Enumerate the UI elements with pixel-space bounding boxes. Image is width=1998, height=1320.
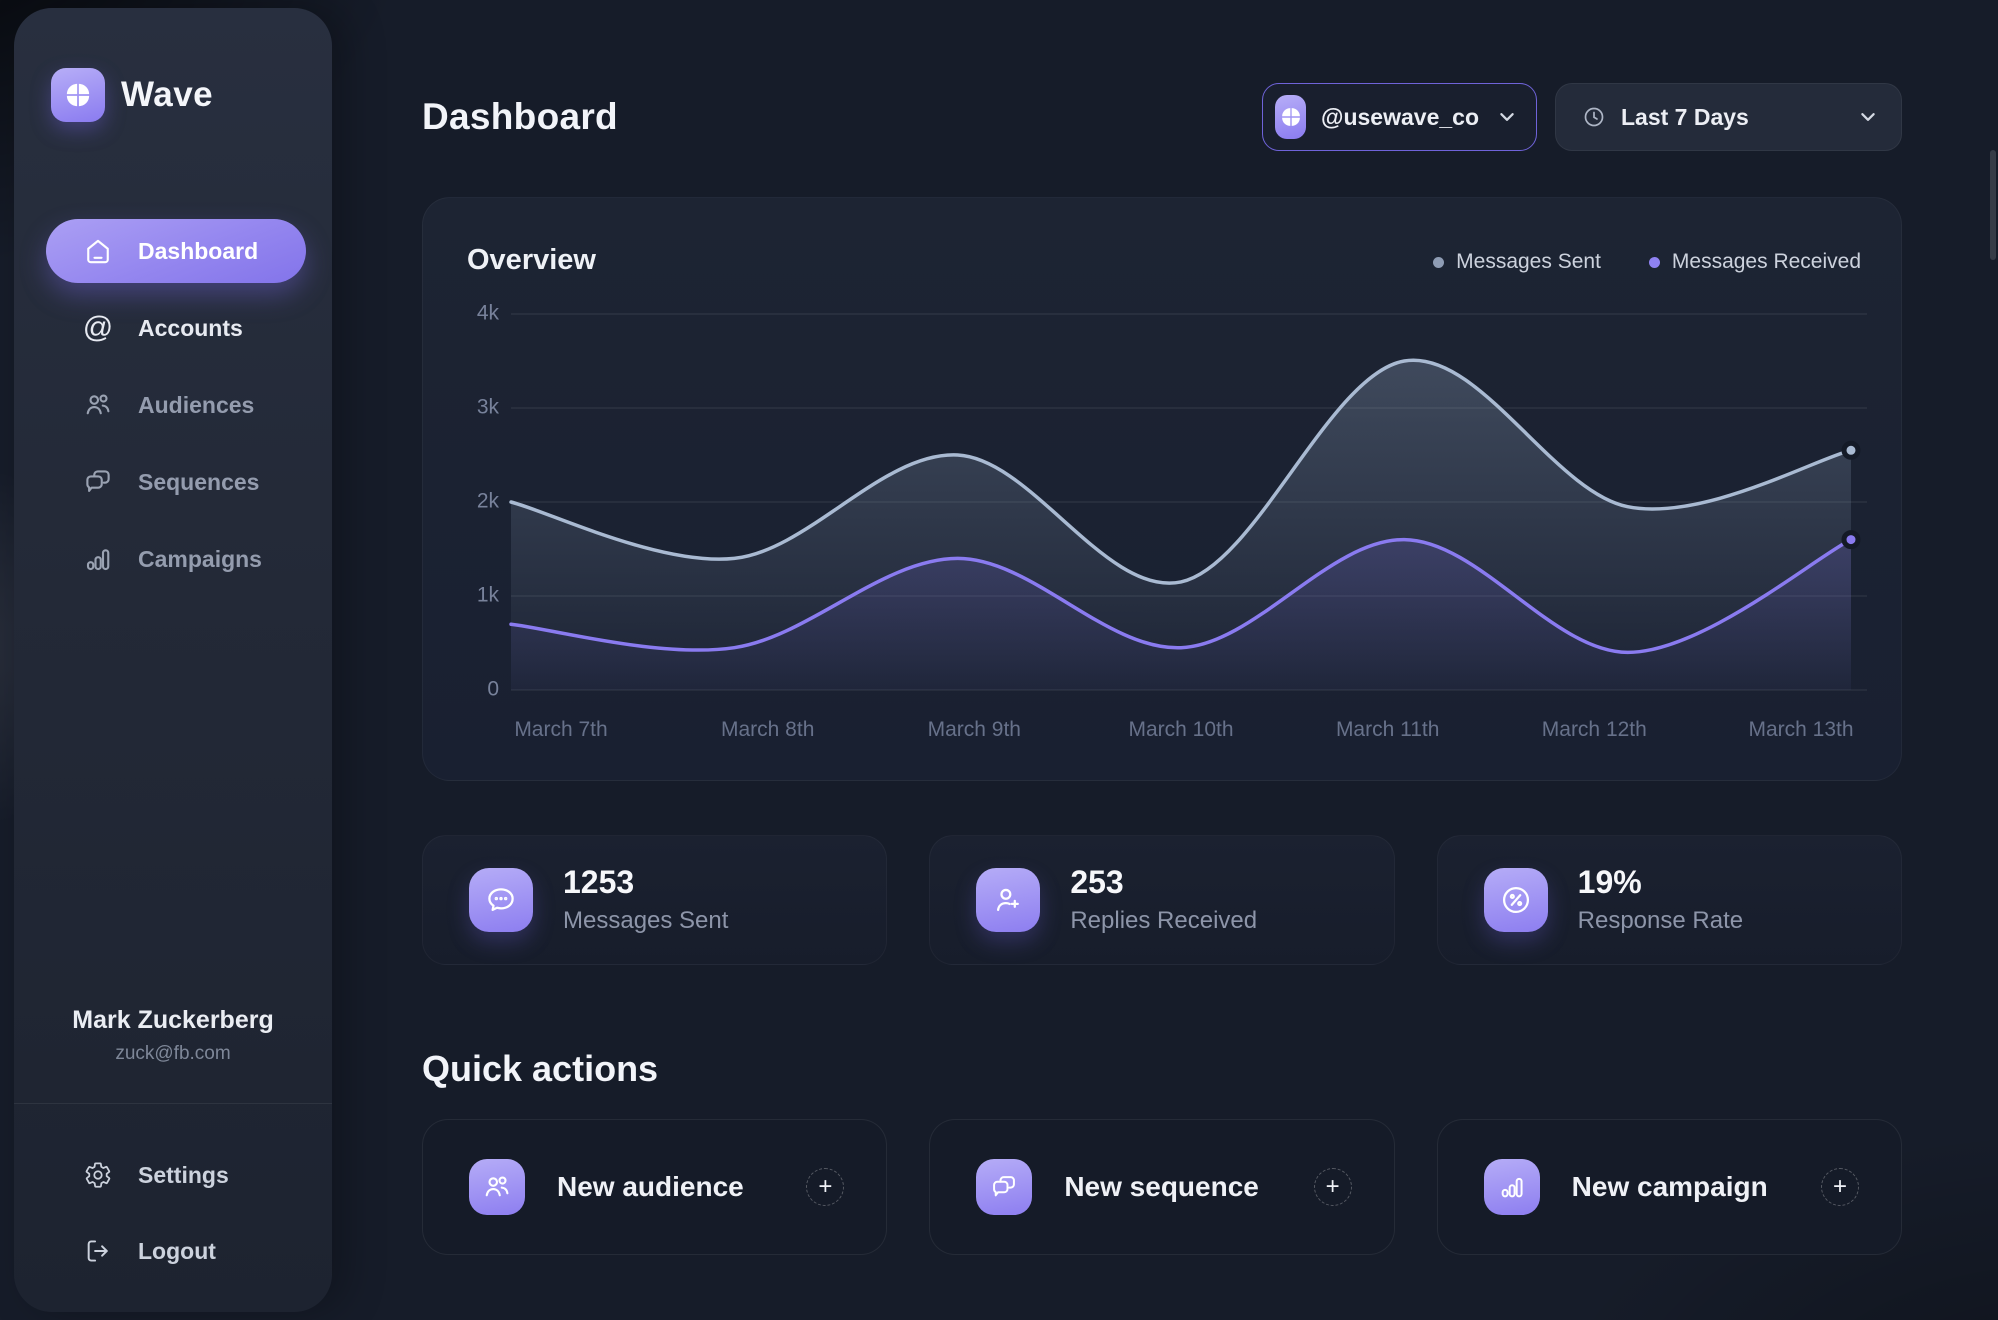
stat-value: 1253 [563, 864, 635, 901]
clock-icon [1582, 105, 1606, 129]
quick-action-label: New sequence [1064, 1171, 1259, 1202]
stat-text: 19% Response Rate [1578, 865, 1743, 934]
scrollbar-thumb[interactable] [1990, 150, 1996, 260]
sidebar-item-sequences[interactable]: Sequences [46, 450, 306, 514]
stat-text: 253 Replies Received [1070, 865, 1257, 934]
stat-label: Messages Sent [563, 906, 729, 934]
sidebar-item-label: Sequences [138, 468, 260, 495]
user-email: zuck@fb.com [115, 1043, 231, 1064]
add-button-plus-icon[interactable]: + [1313, 1168, 1352, 1206]
y-axis-tick-label: 0 [487, 678, 499, 701]
new-audience-card[interactable]: New audience + [422, 1119, 888, 1255]
date-range-label: Last 7 Days [1621, 103, 1749, 130]
header-controls: @usewave_co Last 7 Days [1262, 83, 1902, 151]
percent-circle-icon [1483, 868, 1548, 932]
sidebar: Wave Dashboard @ Accounts Audiences Sequ… [14, 8, 332, 1312]
brand: Wave [51, 68, 213, 122]
users-icon [469, 1159, 525, 1215]
x-axis-tick-label: March 8th [721, 718, 814, 741]
date-range-selector[interactable]: Last 7 Days [1555, 83, 1902, 151]
new-campaign-card[interactable]: New campaign + [1436, 1119, 1902, 1255]
page-title: Dashboard [422, 96, 618, 137]
sidebar-item-label: Audiences [138, 391, 255, 418]
y-axis-tick-label: 3k [477, 396, 500, 419]
y-axis-tick-label: 2k [477, 490, 500, 513]
quick-actions-title: Quick actions [422, 1048, 659, 1089]
account-selector-label: @usewave_co [1321, 103, 1479, 130]
home-icon [82, 235, 114, 267]
x-axis-tick-label: March 7th [514, 718, 607, 741]
brand-name: Wave [121, 75, 214, 114]
bar-chart-icon [82, 543, 114, 575]
stat-label: Replies Received [1070, 906, 1258, 934]
chat-dots-icon [469, 868, 533, 932]
stat-card-response-rate: 19% Response Rate [1436, 835, 1902, 965]
stat-card-messages-sent: 1253 Messages Sent [422, 835, 888, 965]
wave-logo-icon [51, 68, 105, 122]
series-end-dot [1841, 530, 1861, 550]
gear-icon [82, 1159, 114, 1191]
at-sign-icon: @ [82, 311, 114, 344]
sidebar-item-accounts[interactable]: @ Accounts [46, 296, 306, 360]
bar-chart-icon [1483, 1159, 1540, 1215]
sidebar-item-settings[interactable]: Settings [46, 1143, 306, 1207]
quick-action-label: New campaign [1571, 1171, 1768, 1202]
chevron-down-icon [1859, 108, 1877, 126]
sidebar-item-logout[interactable]: Logout [46, 1219, 306, 1283]
stat-value: 19% [1577, 864, 1642, 901]
sidebar-item-label: Logout [138, 1237, 216, 1264]
sidebar-item-label: Campaigns [138, 545, 262, 572]
add-button-plus-icon[interactable]: + [806, 1168, 845, 1206]
app-screen: Wave Dashboard @ Accounts Audiences Sequ… [0, 0, 1998, 1320]
sidebar-item-audiences[interactable]: Audiences [46, 373, 306, 437]
new-sequence-card[interactable]: New sequence + [929, 1119, 1395, 1255]
stat-text: 1253 Messages Sent [563, 865, 728, 934]
x-axis-tick-label: March 9th [928, 718, 1021, 741]
sidebar-item-dashboard[interactable]: Dashboard [46, 219, 306, 283]
sidebar-nav: Dashboard @ Accounts Audiences Sequences… [14, 219, 332, 604]
area-chart: 0 1k 2k 3k 4k March 7th March 8th March 9th Marc… [423, 198, 1903, 782]
stat-label: Response Rate [1577, 906, 1744, 934]
stat-card-replies-received: 253 Replies Received [929, 835, 1395, 965]
sidebar-item-campaigns[interactable]: Campaigns [46, 527, 306, 591]
chat-duo-icon [976, 1159, 1033, 1215]
quick-actions-row: New audience + New sequence + New campai… [422, 1119, 1902, 1255]
y-axis-tick-label: 1k [477, 584, 500, 607]
sidebar-item-label: Settings [138, 1161, 229, 1188]
person-plus-icon [976, 868, 1041, 932]
sidebar-item-label: Accounts [138, 314, 243, 341]
x-axis-tick-label: March 13th [1748, 718, 1853, 741]
quick-action-label: New audience [557, 1171, 744, 1202]
users-icon [82, 389, 114, 421]
sidebar-item-label: Dashboard [138, 237, 259, 264]
chat-duo-icon [82, 466, 114, 498]
sidebar-divider [14, 1103, 332, 1104]
series-end-dot [1841, 440, 1861, 460]
add-button-plus-icon[interactable]: + [1821, 1168, 1859, 1206]
page-header: Dashboard @usewave_co Last 7 Days [422, 82, 1902, 152]
x-axis-tick-label: March 12th [1542, 718, 1647, 741]
user-name: Mark Zuckerberg [72, 1006, 274, 1034]
y-axis-tick-label: 4k [477, 302, 500, 325]
series-area [511, 360, 1851, 690]
account-selector[interactable]: @usewave_co [1262, 83, 1537, 151]
overview-chart-card: Overview Messages Sent Messages Received… [422, 197, 1902, 781]
user-block: Mark Zuckerberg zuck@fb.com [14, 1006, 332, 1065]
chevron-down-icon [1498, 108, 1516, 126]
stat-value: 253 [1070, 864, 1124, 901]
stats-row: 1253 Messages Sent 253 Replies Received [422, 835, 1902, 965]
logout-icon [82, 1235, 114, 1267]
x-axis-tick-label: March 10th [1128, 718, 1233, 741]
x-axis-tick-label: March 11th [1336, 718, 1440, 741]
wave-logo-icon [1275, 95, 1307, 139]
